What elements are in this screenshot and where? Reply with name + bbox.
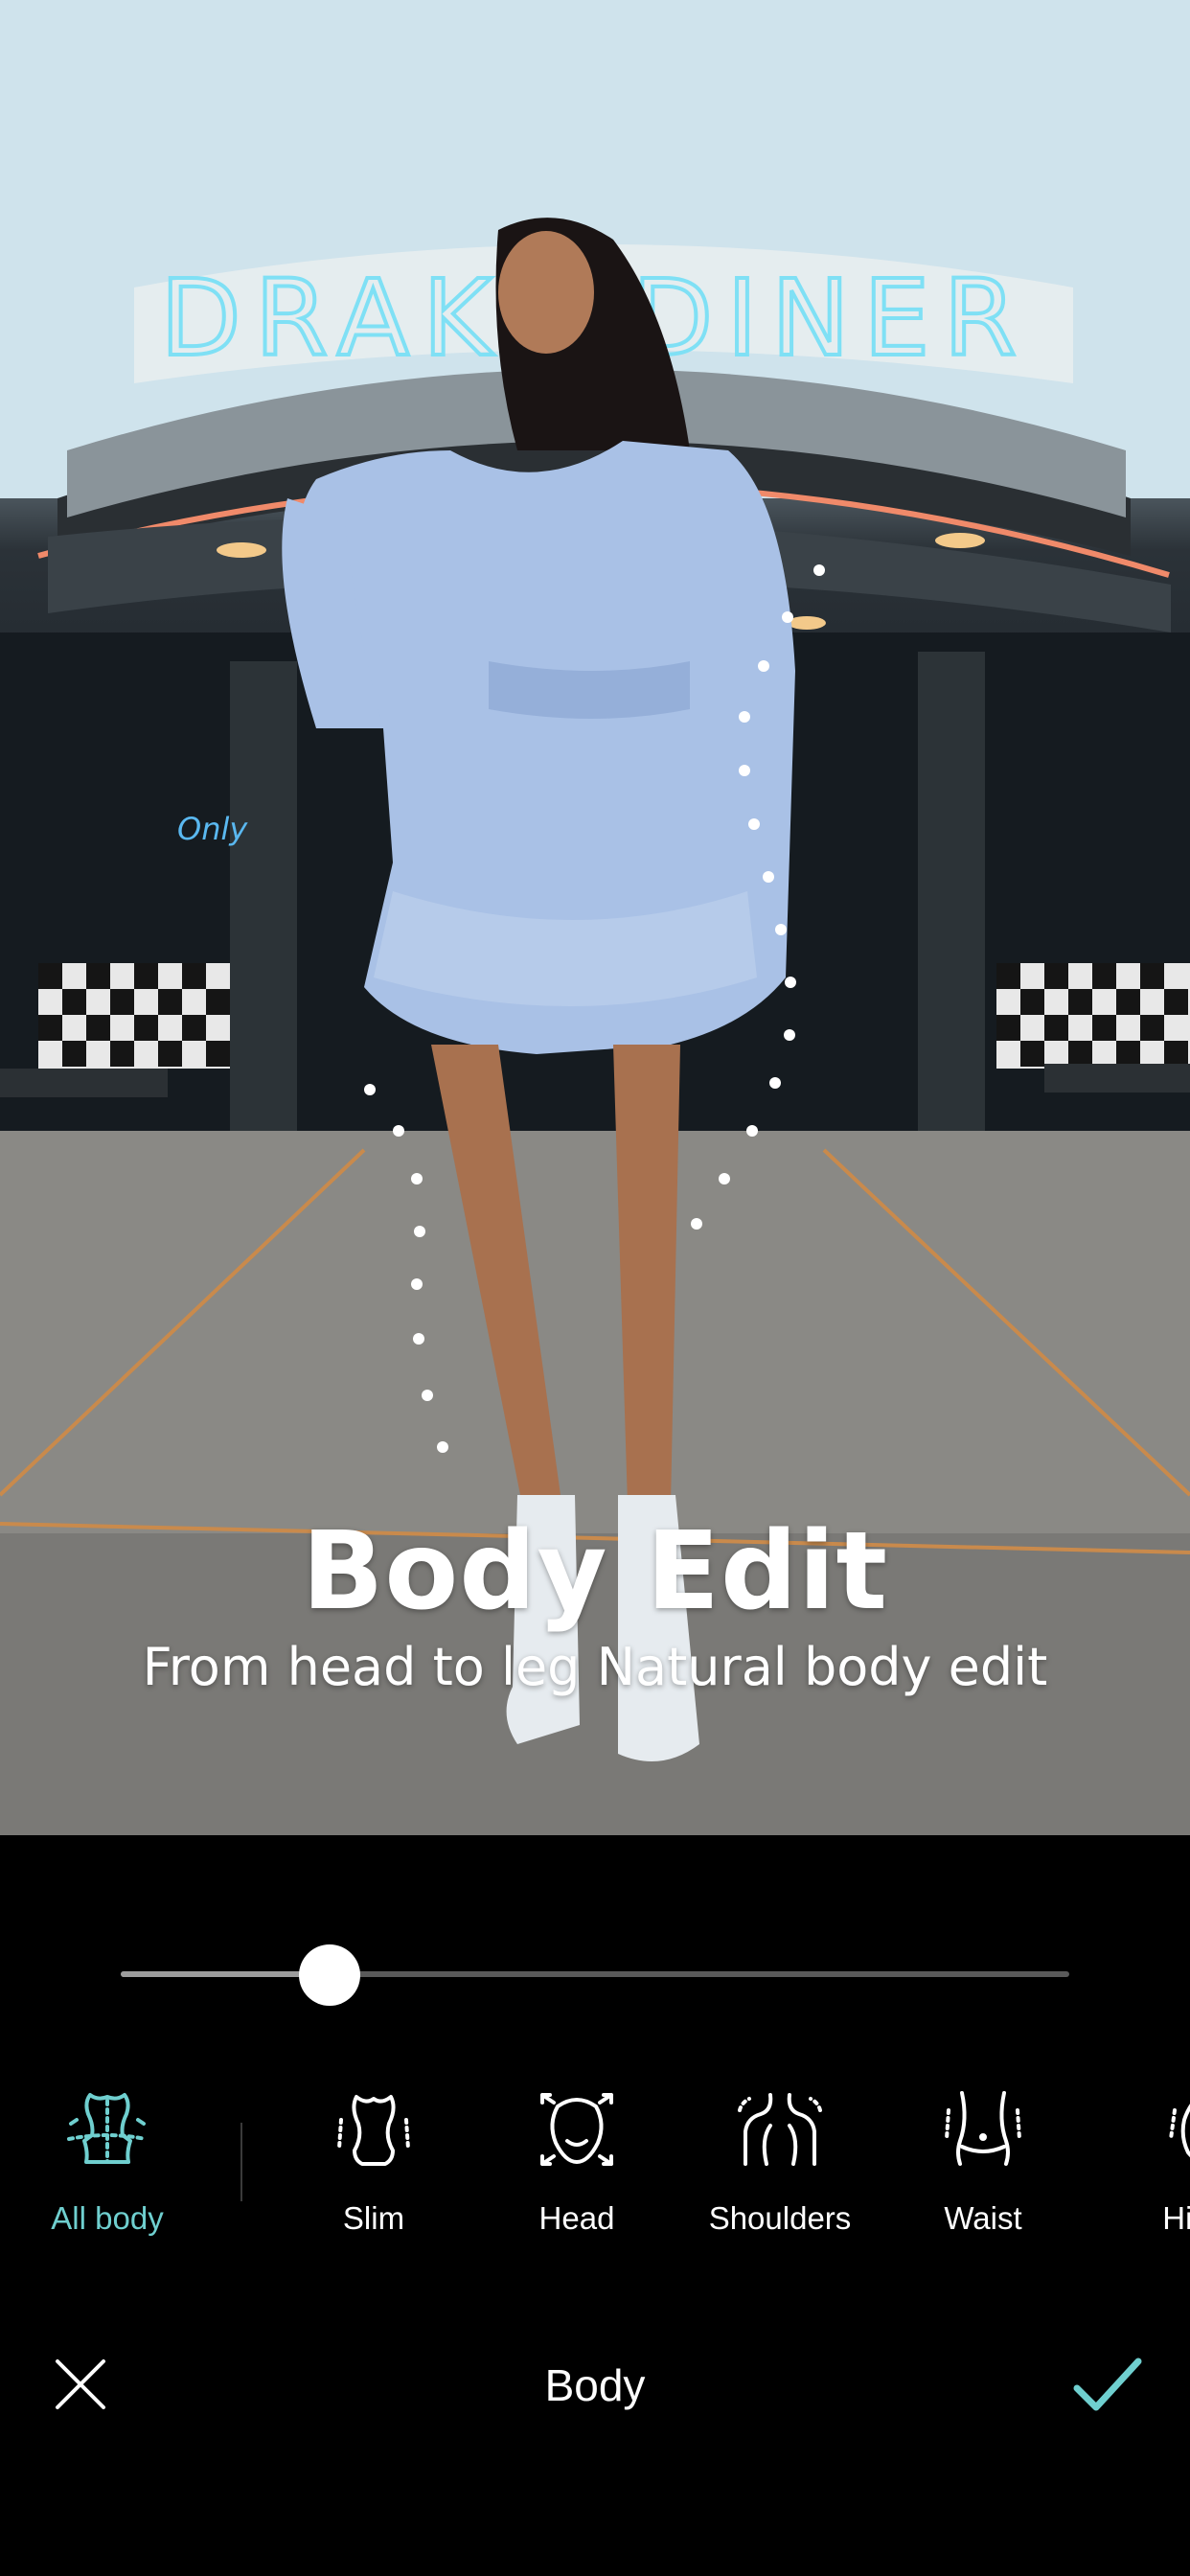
head-icon [540,2093,613,2166]
body-tools-row[interactable]: All body Slim Head Shoulders Waist Hi [0,2082,1190,2244]
promo-title: Body Edit [301,1509,889,1634]
slim-icon [337,2095,410,2166]
tool-label: Hip [1162,2200,1190,2236]
tool-all-body[interactable]: All body [11,2082,203,2237]
promo-subtitle: From head to leg Natural body edit [142,1637,1048,1697]
bottom-bar: Body [0,2317,1190,2451]
tool-shoulders[interactable]: Shoulders [684,2082,876,2237]
window-sign-text: Only [177,811,248,847]
bottom-bar-title: Body [544,2360,646,2410]
tool-hip[interactable]: Hip [1090,2082,1190,2237]
tool-label: Waist [944,2200,1022,2236]
tool-label: All body [51,2200,164,2236]
photo-canvas[interactable]: DRAKE DINER Only Body Edit From head to … [0,0,1190,1835]
intensity-slider-thumb[interactable] [298,1944,360,2006]
tool-label: Slim [342,2200,405,2236]
tool-label: Shoulders [708,2200,852,2236]
tool-slim[interactable]: Slim [278,2082,469,2237]
hip-icon [1169,2104,1190,2158]
shoulders-icon [738,2093,822,2166]
check-icon[interactable] [1071,2356,1144,2413]
tool-head[interactable]: Head [481,2082,673,2237]
waist-icon [945,2091,1021,2166]
torso-icon [67,2093,148,2164]
tool-waist[interactable]: Waist [887,2082,1079,2237]
tool-label: Head [538,2200,615,2236]
intensity-slider-track[interactable] [121,1971,1069,1977]
